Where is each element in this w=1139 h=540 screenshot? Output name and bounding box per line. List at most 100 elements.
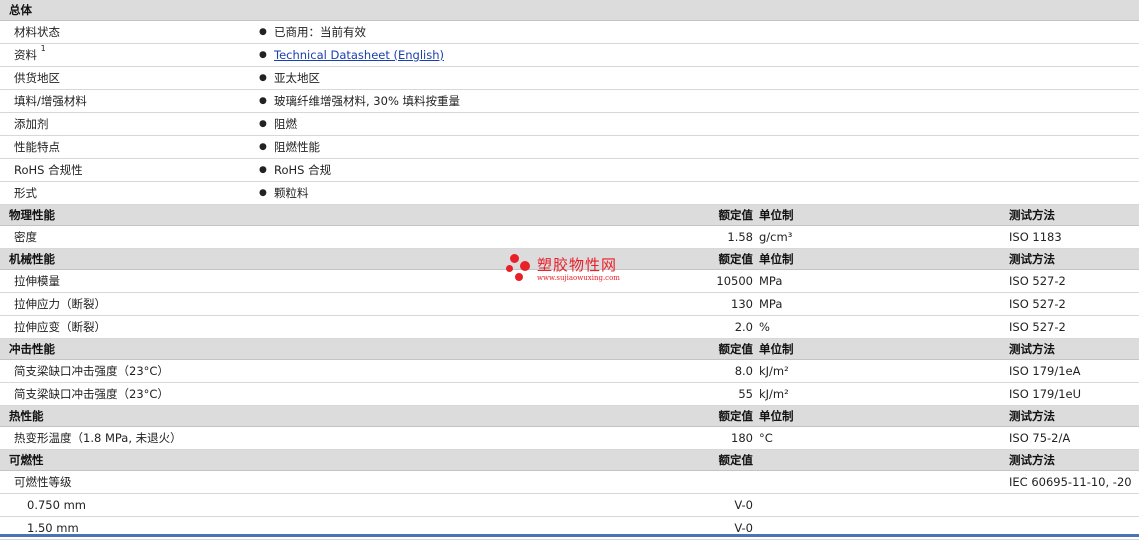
rated-value-header: 额定值	[718, 453, 754, 467]
general-row: 性能特点 ● 阻燃性能	[0, 136, 1139, 159]
property-unit: MPa	[759, 297, 783, 311]
property-label: 材料状态	[14, 25, 60, 39]
test-method: IEC 60695-11-10, -20	[1009, 475, 1132, 489]
logo-dot	[520, 261, 530, 271]
section-header-general: 总体	[0, 0, 1139, 21]
property-unit: kJ/m²	[759, 387, 789, 401]
property-label: 填料/增强材料	[14, 94, 87, 108]
test-method: ISO 1183	[1009, 230, 1062, 244]
general-row: 添加剂 ● 阻燃	[0, 113, 1139, 136]
property-label: 可燃性等级	[14, 475, 72, 489]
section-title: 机械性能	[9, 252, 55, 266]
section-title: 可燃性	[9, 453, 44, 467]
test-method-header: 测试方法	[1009, 342, 1055, 356]
section-header-thermal: 热性能 额定值 单位制 测试方法	[0, 406, 1139, 427]
section-title: 冲击性能	[9, 342, 55, 356]
property-label: 密度	[14, 230, 37, 244]
test-method: ISO 527-2	[1009, 274, 1066, 288]
general-row: 供货地区 ● 亚太地区	[0, 67, 1139, 90]
section-header-flammability: 可燃性 额定值 测试方法	[0, 450, 1139, 471]
test-method-header: 测试方法	[1009, 252, 1055, 266]
property-row: 拉伸应变（断裂） 2.0 % ISO 527-2	[0, 316, 1139, 339]
section-header-physical: 物理性能 额定值 单位制 测试方法	[0, 205, 1139, 226]
unit-header: 单位制	[759, 208, 794, 222]
bullet: ●	[259, 50, 267, 60]
property-row: 拉伸应力（断裂） 130 MPa ISO 527-2	[0, 293, 1139, 316]
property-unit: g/cm³	[759, 230, 793, 244]
rated-value-header: 额定值	[718, 252, 754, 266]
test-method: ISO 75-2/A	[1009, 431, 1071, 445]
property-value: V-0	[734, 521, 753, 535]
property-value: 8.0	[734, 364, 753, 378]
property-subrow: 0.750 mm V-0	[0, 494, 1139, 517]
property-row: 热变形温度（1.8 MPa, 未退火） 180 °C ISO 75-2/A	[0, 427, 1139, 450]
property-label: 热变形温度（1.8 MPa, 未退火）	[14, 431, 182, 445]
watermark-url: www.sujiaowuxing.com	[537, 274, 620, 282]
property-label: 0.750 mm	[27, 498, 86, 512]
bullet: ●	[259, 165, 267, 175]
section-title: 总体	[9, 3, 32, 17]
property-row: 简支梁缺口冲击强度（23°C） 55 kJ/m² ISO 179/1eU	[0, 383, 1139, 406]
rated-value-header: 额定值	[718, 342, 754, 356]
property-value: 180	[731, 431, 753, 445]
footnote-marker: 1	[40, 44, 46, 54]
bullet: ●	[259, 27, 267, 37]
bullet: ●	[259, 73, 267, 83]
property-label: 资料 1	[14, 44, 46, 62]
property-value: 1.58	[727, 230, 753, 244]
property-label: 形式	[14, 186, 37, 200]
property-label: 性能特点	[14, 140, 60, 154]
property-label: RoHS 合规性	[14, 163, 83, 177]
section-title: 物理性能	[9, 208, 55, 222]
general-row: 形式 ● 颗粒料	[0, 182, 1139, 205]
property-label: 简支梁缺口冲击强度（23°C）	[14, 364, 169, 378]
property-unit: kJ/m²	[759, 364, 789, 378]
rated-value-header: 额定值	[718, 409, 754, 423]
logo-dot	[515, 273, 523, 281]
test-method: ISO 527-2	[1009, 320, 1066, 334]
property-value: 130	[731, 297, 753, 311]
property-label: 1.50 mm	[27, 521, 79, 535]
rated-value-header: 额定值	[718, 208, 754, 222]
bullet: ●	[259, 188, 267, 198]
property-value: 2.0	[734, 320, 753, 334]
general-row: 材料状态 ● 已商用：当前有效	[0, 21, 1139, 44]
property-value: V-0	[734, 498, 753, 512]
property-value: 55	[738, 387, 753, 401]
property-row: 密度 1.58 g/cm³ ISO 1183	[0, 226, 1139, 249]
general-row: 填料/增强材料 ● 玻璃纤维增强材料, 30% 填料按重量	[0, 90, 1139, 113]
property-unit: °C	[759, 431, 773, 445]
property-value: RoHS 合规	[274, 163, 332, 177]
property-value: 亚太地区	[274, 71, 320, 85]
property-unit: MPa	[759, 274, 783, 288]
watermark-title: 塑胶物性网	[537, 256, 618, 274]
section-header-impact: 冲击性能 额定值 单位制 测试方法	[0, 339, 1139, 360]
property-label: 拉伸应力（断裂）	[14, 297, 106, 311]
site-watermark-logo: 塑胶物性网 www.sujiaowuxing.com	[506, 252, 646, 288]
property-unit: %	[759, 320, 770, 334]
general-row: RoHS 合规性 ● RoHS 合规	[0, 159, 1139, 182]
property-row: 可燃性等级 IEC 60695-11-10, -20	[0, 471, 1139, 494]
test-method-header: 测试方法	[1009, 453, 1055, 467]
logo-dot	[510, 254, 519, 263]
technical-datasheet-link[interactable]: Technical Datasheet (English)	[274, 48, 444, 62]
property-row: 简支梁缺口冲击强度（23°C） 8.0 kJ/m² ISO 179/1eA	[0, 360, 1139, 383]
property-label: 添加剂	[14, 117, 49, 131]
property-value: 阻燃	[274, 117, 297, 131]
property-label: 供货地区	[14, 71, 60, 85]
bullet: ●	[259, 119, 267, 129]
property-value: 颗粒料	[274, 186, 309, 200]
logo-dot	[506, 265, 513, 272]
bullet: ●	[259, 96, 267, 106]
test-method: ISO 527-2	[1009, 297, 1066, 311]
property-label: 简支梁缺口冲击强度（23°C）	[14, 387, 169, 401]
property-value: 10500	[716, 274, 753, 288]
test-method: ISO 179/1eA	[1009, 364, 1081, 378]
unit-header: 单位制	[759, 409, 794, 423]
property-value: 已商用：当前有效	[274, 25, 366, 39]
unit-header: 单位制	[759, 252, 794, 266]
section-title: 热性能	[9, 409, 44, 423]
property-value: 阻燃性能	[274, 140, 320, 154]
test-method-header: 测试方法	[1009, 409, 1055, 423]
property-label: 拉伸应变（断裂）	[14, 320, 106, 334]
